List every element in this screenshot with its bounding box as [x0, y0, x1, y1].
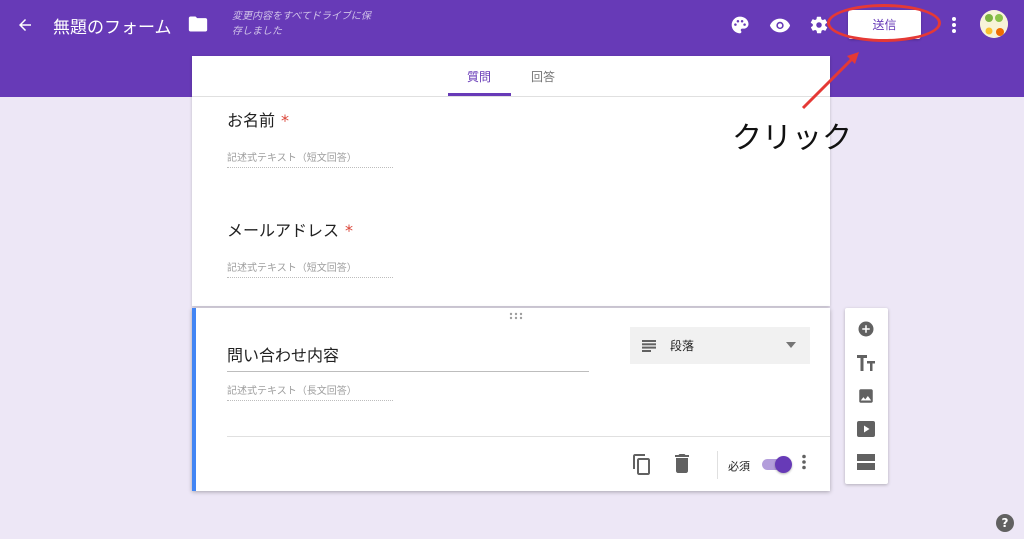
- question-title-name[interactable]: お名前 *: [227, 107, 289, 131]
- card-divider: [227, 436, 830, 437]
- annotation-arrow: [801, 52, 859, 110]
- delete-icon[interactable]: [674, 453, 698, 477]
- form-card: 質問 回答 お名前 * 記述式テキスト（短文回答） メールアドレス * 記述式テキス…: [192, 56, 830, 306]
- side-toolbar: [845, 308, 888, 484]
- form-title[interactable]: 無題のフォーム: [53, 13, 172, 38]
- help-icon[interactable]: ?: [996, 514, 1014, 532]
- required-label: 必須: [728, 460, 750, 473]
- question-more-icon[interactable]: [801, 454, 815, 476]
- image-icon[interactable]: [854, 384, 878, 408]
- question-title-text: お名前: [227, 111, 276, 130]
- toggle-knob: [775, 456, 792, 473]
- required-toggle[interactable]: [760, 456, 792, 473]
- question-type-select[interactable]: 段落: [630, 327, 810, 364]
- tab-bar: 質問 回答: [192, 56, 830, 97]
- drag-handle-icon[interactable]: [509, 312, 523, 323]
- duplicate-icon[interactable]: [632, 453, 656, 477]
- short-answer-hint: 記述式テキスト（短文回答）: [227, 149, 393, 168]
- long-answer-hint: 記述式テキスト（長文回答）: [227, 382, 393, 401]
- dropdown-arrow-icon: [786, 342, 796, 348]
- add-question-icon[interactable]: [854, 317, 878, 341]
- tab-answers[interactable]: 回答: [531, 68, 555, 85]
- tab-questions[interactable]: 質問: [467, 68, 491, 85]
- question-type-label: 段落: [670, 339, 695, 353]
- paragraph-lines-icon: [642, 339, 656, 352]
- required-mark: *: [345, 221, 354, 240]
- palette-icon[interactable]: [728, 13, 752, 37]
- question-title-input[interactable]: 問い合わせ内容: [227, 342, 589, 372]
- send-button[interactable]: 送信: [848, 10, 921, 39]
- short-answer-hint: 記述式テキスト（短文回答）: [227, 259, 393, 278]
- section-icon[interactable]: [854, 450, 878, 474]
- required-mark: *: [281, 111, 290, 130]
- footer-separator: [717, 451, 718, 479]
- video-icon[interactable]: [854, 417, 878, 441]
- save-status: 変更内容をすべてドライブに保存しました: [232, 11, 371, 37]
- gear-icon[interactable]: [807, 13, 831, 37]
- active-question-card[interactable]: 問い合わせ内容 段落 記述式テキスト（長文回答） 必須: [192, 308, 830, 491]
- eye-icon[interactable]: [768, 13, 792, 37]
- title-text-icon[interactable]: [854, 351, 878, 375]
- question-title-email[interactable]: メールアドレス *: [227, 217, 353, 241]
- avatar[interactable]: [980, 10, 1008, 38]
- question-title-text: メールアドレス: [227, 221, 340, 240]
- annotation-text: クリック: [732, 121, 852, 156]
- folder-icon[interactable]: [186, 12, 210, 36]
- tab-underline: [448, 93, 511, 96]
- arrow-back-icon[interactable]: [12, 12, 38, 38]
- more-vert-icon[interactable]: [944, 13, 964, 37]
